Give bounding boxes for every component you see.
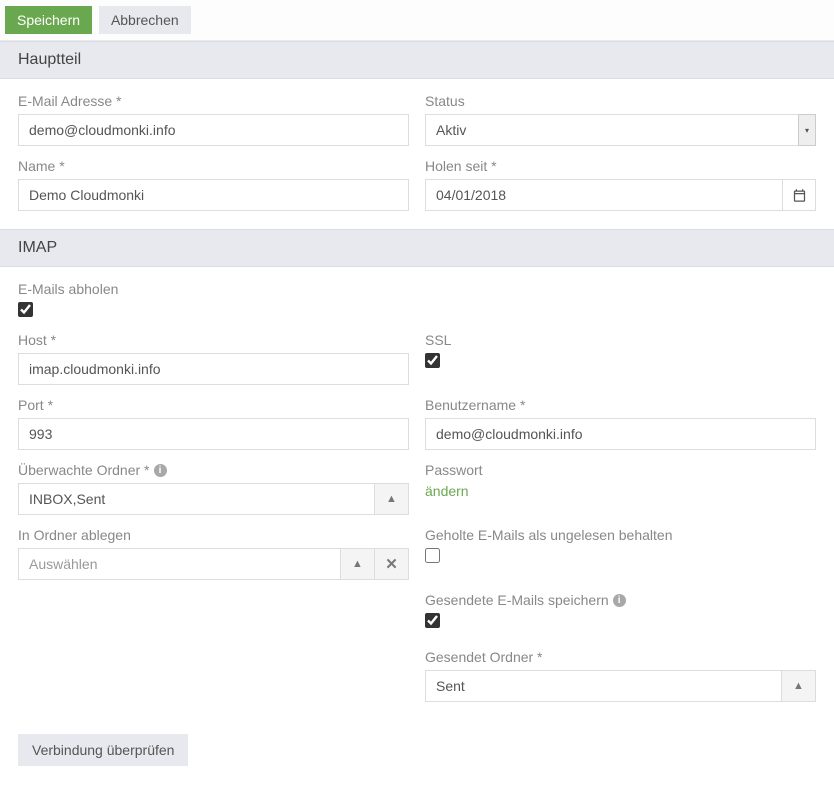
chevron-up-button[interactable]: ▲ (375, 483, 409, 515)
email-label: E-Mail Adresse * (18, 93, 409, 109)
check-connection-button[interactable]: Verbindung überprüfen (18, 734, 188, 766)
section-main: E-Mail Adresse * Status Aktiv ▾ Name * H… (0, 79, 834, 229)
section-header-main: Hauptteil (0, 41, 834, 79)
chevron-up-icon: ▲ (793, 680, 804, 692)
fetch-emails-label: E-Mails abholen (18, 281, 409, 297)
sent-folder-label: Gesendet Ordner * (425, 649, 816, 665)
status-label: Status (425, 93, 816, 109)
host-input[interactable] (18, 353, 409, 385)
fetch-since-label: Holen seit * (425, 158, 816, 174)
calendar-button[interactable] (782, 179, 816, 211)
store-sent-label: Gesendete E-Mails speichern i (425, 592, 816, 608)
ssl-label: SSL (425, 332, 816, 348)
close-icon: ✕ (385, 555, 398, 573)
password-label: Passwort (425, 462, 816, 478)
username-label: Benutzername * (425, 397, 816, 413)
name-input[interactable] (18, 179, 409, 211)
cancel-button[interactable]: Abbrechen (99, 6, 191, 34)
footer: Verbindung überprüfen (0, 720, 834, 784)
chevron-up-button-2[interactable]: ▲ (341, 548, 375, 580)
store-sent-checkbox[interactable] (425, 613, 440, 628)
info-icon: i (613, 594, 626, 607)
put-in-folder-input[interactable] (18, 548, 341, 580)
chevron-up-icon: ▲ (386, 493, 397, 505)
put-in-folder-label: In Ordner ablegen (18, 527, 409, 543)
change-password-link[interactable]: ändern (425, 483, 469, 499)
toolbar: Speichern Abbrechen (0, 0, 834, 41)
sent-folder-input[interactable] (425, 670, 782, 702)
username-input[interactable] (425, 418, 816, 450)
monitored-folders-input[interactable] (18, 483, 375, 515)
section-header-imap: IMAP (0, 229, 834, 267)
host-label: Host * (18, 332, 409, 348)
info-icon: i (154, 464, 167, 477)
clear-button[interactable]: ✕ (375, 548, 409, 580)
monitored-folders-label: Überwachte Ordner * i (18, 462, 409, 478)
name-label: Name * (18, 158, 409, 174)
section-imap: E-Mails abholen Host * SSL Port * Benutz… (0, 267, 834, 720)
save-button[interactable]: Speichern (5, 6, 92, 34)
keep-unread-checkbox[interactable] (425, 548, 440, 563)
fetch-emails-checkbox[interactable] (18, 302, 33, 317)
port-label: Port * (18, 397, 409, 413)
chevron-up-icon: ▲ (352, 558, 363, 570)
fetch-since-input[interactable] (425, 179, 782, 211)
email-input[interactable] (18, 114, 409, 146)
port-input[interactable] (18, 418, 409, 450)
ssl-checkbox[interactable] (425, 353, 440, 368)
chevron-up-button-3[interactable]: ▲ (782, 670, 816, 702)
status-select[interactable]: Aktiv (425, 114, 816, 146)
calendar-icon (792, 188, 807, 203)
keep-unread-label: Geholte E-Mails als ungelesen behalten (425, 527, 816, 543)
